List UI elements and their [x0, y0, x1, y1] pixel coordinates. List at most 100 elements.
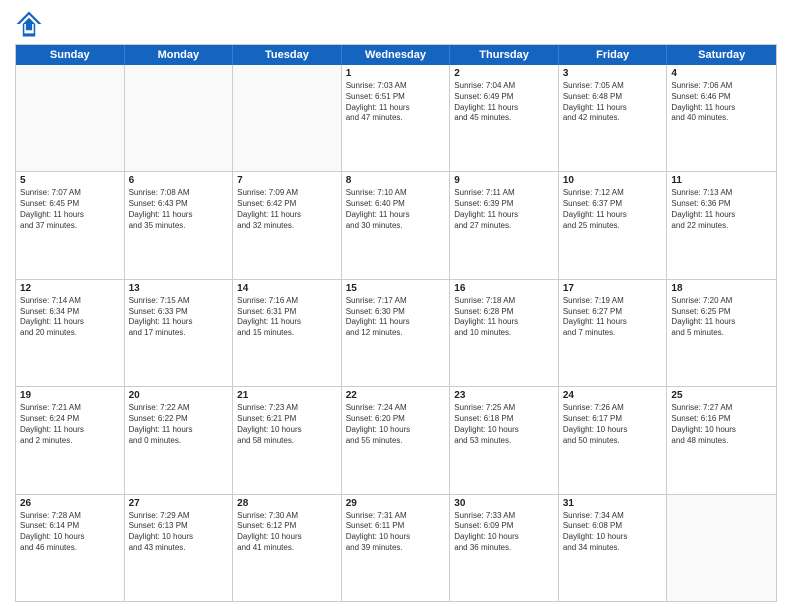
cell-info: Sunrise: 7:04 AMSunset: 6:49 PMDaylight:… — [454, 81, 554, 124]
cell-info: Sunrise: 7:03 AMSunset: 6:51 PMDaylight:… — [346, 81, 446, 124]
day-number: 5 — [20, 175, 120, 186]
day-number: 28 — [237, 498, 337, 509]
calendar-cell: 1 Sunrise: 7:03 AMSunset: 6:51 PMDaylight… — [342, 65, 451, 171]
calendar-cell: 3 Sunrise: 7:05 AMSunset: 6:48 PMDaylight… — [559, 65, 668, 171]
calendar-cell: 10 Sunrise: 7:12 AMSunset: 6:37 PMDayligh… — [559, 172, 668, 278]
day-number: 12 — [20, 283, 120, 294]
calendar-cell: 6Sunrise: 7:08 AMSunset: 6:43 PMDaylight… — [125, 172, 234, 278]
calendar-weekday-tuesday: Tuesday — [233, 45, 342, 65]
calendar-cell: 25 Sunrise: 7:27 AMSunset: 6:16 PMDayligh… — [667, 387, 776, 493]
day-number: 2 — [454, 68, 554, 79]
cell-info: Sunrise: 7:17 AMSunset: 6:30 PMDaylight:… — [346, 296, 446, 339]
calendar-cell: 26 Sunrise: 7:28 AMSunset: 6:14 PMDayligh… — [16, 495, 125, 601]
day-number: 21 — [237, 390, 337, 401]
calendar-cell: 15 Sunrise: 7:17 AMSunset: 6:30 PMDayligh… — [342, 280, 451, 386]
calendar-cell: 14 Sunrise: 7:16 AMSunset: 6:31 PMDayligh… — [233, 280, 342, 386]
calendar-weekday-wednesday: Wednesday — [342, 45, 451, 65]
day-number: 15 — [346, 283, 446, 294]
logo-icon — [15, 10, 43, 38]
cell-info: Sunrise: 7:28 AMSunset: 6:14 PMDaylight:… — [20, 511, 120, 554]
day-number: 24 — [563, 390, 663, 401]
calendar-cell: 11Sunrise: 7:13 AMSunset: 6:36 PMDayligh… — [667, 172, 776, 278]
calendar-cell — [233, 65, 342, 171]
calendar-week-3: 12 Sunrise: 7:14 AMSunset: 6:34 PMDayligh… — [16, 280, 776, 387]
calendar-weekday-friday: Friday — [559, 45, 668, 65]
cell-info: Sunrise: 7:23 AMSunset: 6:21 PMDaylight:… — [237, 403, 337, 446]
day-number: 1 — [346, 68, 446, 79]
calendar-cell: 20 Sunrise: 7:22 AMSunset: 6:22 PMDayligh… — [125, 387, 234, 493]
cell-info: Sunrise: 7:16 AMSunset: 6:31 PMDaylight:… — [237, 296, 337, 339]
calendar-cell: 28 Sunrise: 7:30 AMSunset: 6:12 PMDayligh… — [233, 495, 342, 601]
calendar-cell: 8 Sunrise: 7:10 AMSunset: 6:40 PMDaylight… — [342, 172, 451, 278]
calendar-week-5: 26 Sunrise: 7:28 AMSunset: 6:14 PMDayligh… — [16, 495, 776, 601]
cell-info: Sunrise: 7:13 AMSunset: 6:36 PMDaylight:… — [671, 188, 772, 231]
cell-info: Sunrise: 7:11 AMSunset: 6:39 PMDaylight:… — [454, 188, 554, 231]
day-number: 3 — [563, 68, 663, 79]
cell-info: Sunrise: 7:08 AMSunset: 6:43 PMDaylight:… — [129, 188, 229, 231]
calendar-cell: 5 Sunrise: 7:07 AMSunset: 6:45 PMDaylight… — [16, 172, 125, 278]
cell-info: Sunrise: 7:07 AMSunset: 6:45 PMDaylight:… — [20, 188, 120, 231]
calendar-cell: 22 Sunrise: 7:24 AMSunset: 6:20 PMDayligh… — [342, 387, 451, 493]
calendar-cell — [125, 65, 234, 171]
calendar-cell: 19 Sunrise: 7:21 AMSunset: 6:24 PMDayligh… — [16, 387, 125, 493]
cell-info: Sunrise: 7:19 AMSunset: 6:27 PMDaylight:… — [563, 296, 663, 339]
calendar-weekday-sunday: Sunday — [16, 45, 125, 65]
day-number: 26 — [20, 498, 120, 509]
day-number: 23 — [454, 390, 554, 401]
day-number: 14 — [237, 283, 337, 294]
page: SundayMondayTuesdayWednesdayThursdayFrid… — [0, 0, 792, 612]
calendar-cell: 31 Sunrise: 7:34 AMSunset: 6:08 PMDayligh… — [559, 495, 668, 601]
cell-info: Sunrise: 7:21 AMSunset: 6:24 PMDaylight:… — [20, 403, 120, 446]
cell-info: Sunrise: 7:24 AMSunset: 6:20 PMDaylight:… — [346, 403, 446, 446]
calendar-weekday-saturday: Saturday — [667, 45, 776, 65]
cell-info: Sunrise: 7:12 AMSunset: 6:37 PMDaylight:… — [563, 188, 663, 231]
calendar-body: 1 Sunrise: 7:03 AMSunset: 6:51 PMDaylight… — [16, 65, 776, 601]
header — [15, 10, 777, 38]
calendar-weekday-monday: Monday — [125, 45, 234, 65]
calendar-cell: 27Sunrise: 7:29 AMSunset: 6:13 PMDayligh… — [125, 495, 234, 601]
calendar-cell: 21 Sunrise: 7:23 AMSunset: 6:21 PMDayligh… — [233, 387, 342, 493]
day-number: 30 — [454, 498, 554, 509]
calendar-cell: 9 Sunrise: 7:11 AMSunset: 6:39 PMDaylight… — [450, 172, 559, 278]
day-number: 9 — [454, 175, 554, 186]
calendar-cell: 24 Sunrise: 7:26 AMSunset: 6:17 PMDayligh… — [559, 387, 668, 493]
cell-info: Sunrise: 7:27 AMSunset: 6:16 PMDaylight:… — [671, 403, 772, 446]
day-number: 25 — [671, 390, 772, 401]
cell-info: Sunrise: 7:25 AMSunset: 6:18 PMDaylight:… — [454, 403, 554, 446]
cell-info: Sunrise: 7:09 AMSunset: 6:42 PMDaylight:… — [237, 188, 337, 231]
cell-info: Sunrise: 7:22 AMSunset: 6:22 PMDaylight:… — [129, 403, 229, 446]
cell-info: Sunrise: 7:29 AMSunset: 6:13 PMDaylight:… — [129, 511, 229, 554]
calendar-cell — [16, 65, 125, 171]
calendar-weekday-thursday: Thursday — [450, 45, 559, 65]
calendar-cell: 23 Sunrise: 7:25 AMSunset: 6:18 PMDayligh… — [450, 387, 559, 493]
day-number: 10 — [563, 175, 663, 186]
calendar-week-4: 19 Sunrise: 7:21 AMSunset: 6:24 PMDayligh… — [16, 387, 776, 494]
cell-info: Sunrise: 7:05 AMSunset: 6:48 PMDaylight:… — [563, 81, 663, 124]
day-number: 19 — [20, 390, 120, 401]
cell-info: Sunrise: 7:26 AMSunset: 6:17 PMDaylight:… — [563, 403, 663, 446]
cell-info: Sunrise: 7:34 AMSunset: 6:08 PMDaylight:… — [563, 511, 663, 554]
cell-info: Sunrise: 7:30 AMSunset: 6:12 PMDaylight:… — [237, 511, 337, 554]
cell-info: Sunrise: 7:33 AMSunset: 6:09 PMDaylight:… — [454, 511, 554, 554]
calendar-cell: 13Sunrise: 7:15 AMSunset: 6:33 PMDayligh… — [125, 280, 234, 386]
cell-info: Sunrise: 7:10 AMSunset: 6:40 PMDaylight:… — [346, 188, 446, 231]
calendar-cell: 29Sunrise: 7:31 AMSunset: 6:11 PMDayligh… — [342, 495, 451, 601]
day-number: 18 — [671, 283, 772, 294]
day-number: 7 — [237, 175, 337, 186]
day-number: 8 — [346, 175, 446, 186]
day-number: 20 — [129, 390, 229, 401]
cell-info: Sunrise: 7:31 AMSunset: 6:11 PMDaylight:… — [346, 511, 446, 554]
cell-info: Sunrise: 7:18 AMSunset: 6:28 PMDaylight:… — [454, 296, 554, 339]
calendar-cell: 18 Sunrise: 7:20 AMSunset: 6:25 PMDayligh… — [667, 280, 776, 386]
cell-info: Sunrise: 7:20 AMSunset: 6:25 PMDaylight:… — [671, 296, 772, 339]
calendar-cell: 12 Sunrise: 7:14 AMSunset: 6:34 PMDayligh… — [16, 280, 125, 386]
cell-info: Sunrise: 7:06 AMSunset: 6:46 PMDaylight:… — [671, 81, 772, 124]
logo — [15, 10, 47, 38]
day-number: 22 — [346, 390, 446, 401]
calendar-cell: 17Sunrise: 7:19 AMSunset: 6:27 PMDayligh… — [559, 280, 668, 386]
cell-info: Sunrise: 7:14 AMSunset: 6:34 PMDaylight:… — [20, 296, 120, 339]
calendar-cell — [667, 495, 776, 601]
cell-info: Sunrise: 7:15 AMSunset: 6:33 PMDaylight:… — [129, 296, 229, 339]
day-number: 31 — [563, 498, 663, 509]
calendar-cell: 16Sunrise: 7:18 AMSunset: 6:28 PMDayligh… — [450, 280, 559, 386]
